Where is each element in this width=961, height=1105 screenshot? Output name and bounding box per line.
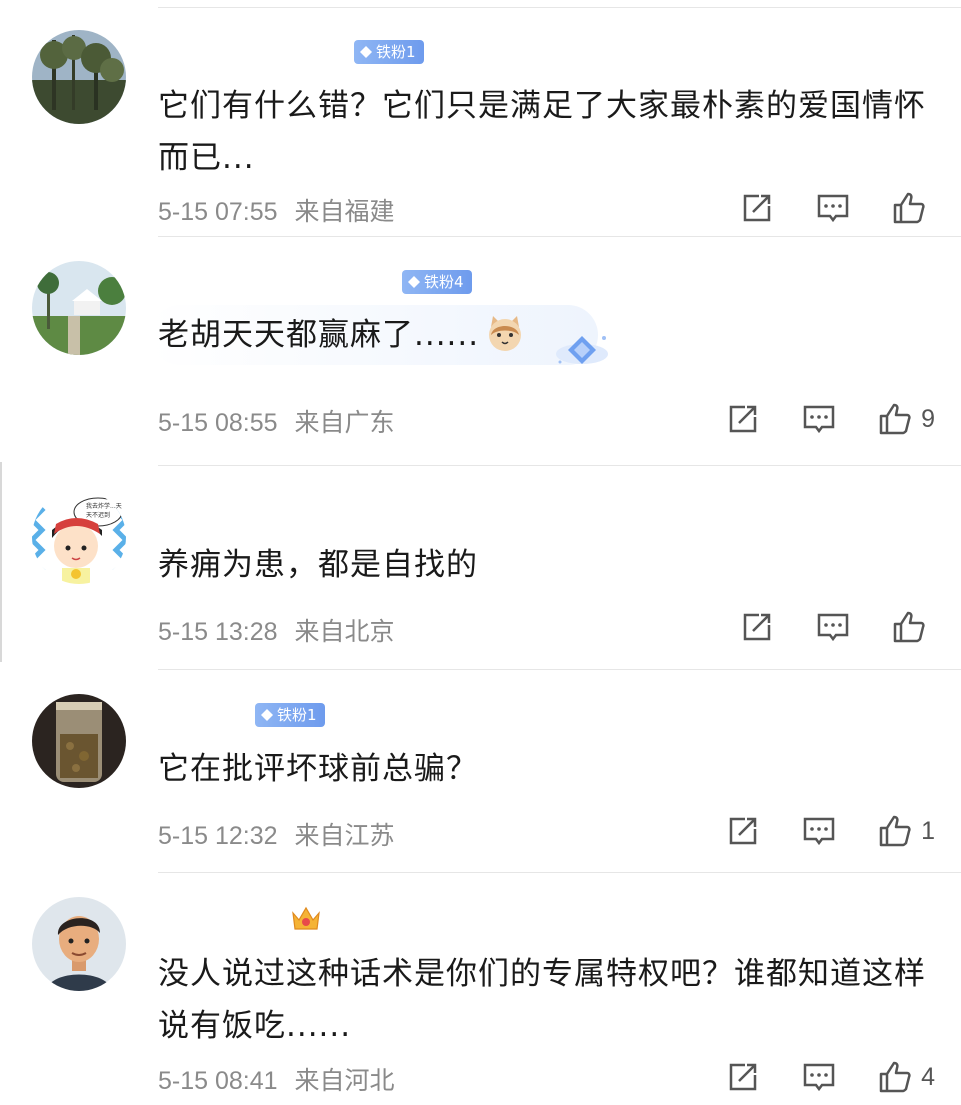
- badge-label: 铁粉4: [424, 273, 464, 291]
- like-count: 9: [921, 404, 935, 433]
- comment-actions: [699, 190, 935, 226]
- comment-date: 5-15 08:41: [158, 1067, 278, 1095]
- fan-badge: 铁粉4: [402, 270, 472, 294]
- comment-location: 来自福建: [294, 198, 395, 226]
- avatar[interactable]: [32, 694, 126, 788]
- fan-badge: 铁粉1: [354, 40, 424, 64]
- diamond-icon: [360, 46, 372, 58]
- thumbs-up-icon: [879, 403, 911, 435]
- like-count: 4: [921, 1062, 935, 1091]
- comment-actions: 1: [685, 813, 935, 849]
- like-count: 1: [921, 816, 935, 845]
- fan-badge: 铁粉1: [255, 703, 325, 727]
- comment-text: 没人说过这种话术是你们的专属特权吧？谁都知道这样说有饭吃......: [158, 956, 926, 1044]
- comment-actions: 4: [685, 1059, 935, 1095]
- thumbs-up-icon: [893, 611, 925, 643]
- comment-item: 铁粉1 它们有什么错？它们只是满足了大家最朴素的爱国情怀而已... 5-15 0…: [0, 8, 961, 236]
- share-icon: [729, 1063, 757, 1091]
- comment-date: 5-15 12:32: [158, 822, 278, 850]
- comment-item: 铁粉4 老胡天天都赢麻了...... 5-15 08:55 来自广东 9: [0, 237, 961, 463]
- share-button[interactable]: [725, 813, 761, 849]
- comment-item: 没人说过这种话术是你们的专属特权吧？谁都知道这样说有饭吃...... 5-15 …: [0, 873, 961, 1105]
- comment-meta: 5-15 08:41 来自河北: [158, 1061, 395, 1097]
- like-button[interactable]: [891, 609, 935, 645]
- comment-meta: 5-15 07:55 来自福建: [158, 192, 395, 228]
- comment-icon: [803, 1063, 835, 1092]
- comment-date: 5-15 13:28: [158, 618, 278, 646]
- share-icon: [729, 405, 757, 433]
- diamond-icon: [261, 709, 273, 721]
- comment-icon: [803, 405, 835, 434]
- comment-button[interactable]: [801, 1059, 837, 1095]
- comment-text: 它在批评坏球前总骗？: [158, 751, 478, 787]
- avatar[interactable]: [32, 30, 126, 124]
- avatar[interactable]: [32, 897, 126, 991]
- comment-button[interactable]: [801, 401, 837, 437]
- comment-item: 铁粉1 它在批评坏球前总骗？ 5-15 12:32 来自江苏 1: [0, 670, 961, 872]
- comment-date: 5-15 08:55: [158, 409, 278, 437]
- like-button[interactable]: 9: [877, 401, 935, 437]
- share-button[interactable]: [739, 190, 775, 226]
- diamond-icon: [556, 336, 608, 364]
- share-icon: [743, 194, 771, 222]
- comment-text: 养痈为患，都是自找的: [158, 547, 478, 583]
- diamond-icon: [408, 276, 420, 288]
- comment-date: 5-15 07:55: [158, 198, 278, 226]
- share-icon: [743, 613, 771, 641]
- comment-item: 我去炸学...天天不迟到 养痈为患，都是自找的 5-15 13:28 来自北京: [0, 466, 961, 669]
- badge-label: 铁粉1: [277, 706, 317, 724]
- share-button[interactable]: [739, 609, 775, 645]
- comment-icon: [817, 613, 849, 642]
- comment-icon: [817, 194, 849, 223]
- comment-actions: [699, 609, 935, 645]
- like-button[interactable]: 1: [877, 813, 935, 849]
- comment-meta: 5-15 13:28 来自北京: [158, 612, 395, 648]
- avatar-caption: 我去炸学...天天不迟到: [86, 503, 122, 519]
- comment-meta: 5-15 08:55 来自广东: [158, 403, 395, 439]
- thumbs-up-icon: [879, 815, 911, 847]
- comment-button[interactable]: [815, 190, 851, 226]
- comment-icon: [803, 817, 835, 846]
- comment-location: 来自江苏: [294, 822, 395, 850]
- badge-label: 铁粉1: [376, 43, 416, 61]
- comment-location: 来自北京: [294, 618, 395, 646]
- crown-icon: [290, 903, 322, 933]
- share-icon: [729, 817, 757, 845]
- cat-sticker-icon: [485, 313, 525, 353]
- like-button[interactable]: [891, 190, 935, 226]
- comment-button[interactable]: [801, 813, 837, 849]
- like-button[interactable]: 4: [877, 1059, 935, 1095]
- comment-actions: 9: [685, 401, 935, 437]
- comment-text: 它们有什么错？它们只是满足了大家最朴素的爱国情怀而已...: [158, 88, 926, 176]
- thumbs-up-icon: [879, 1061, 911, 1093]
- thumbs-up-icon: [893, 192, 925, 224]
- share-button[interactable]: [725, 1059, 761, 1095]
- comment-location: 来自广东: [294, 409, 395, 437]
- share-button[interactable]: [725, 401, 761, 437]
- comment-location: 来自河北: [294, 1067, 395, 1095]
- comment-button[interactable]: [815, 609, 851, 645]
- comment-meta: 5-15 12:32 来自江苏: [158, 816, 395, 852]
- comment-text: 老胡天天都赢麻了......: [158, 317, 480, 353]
- avatar[interactable]: [32, 261, 126, 355]
